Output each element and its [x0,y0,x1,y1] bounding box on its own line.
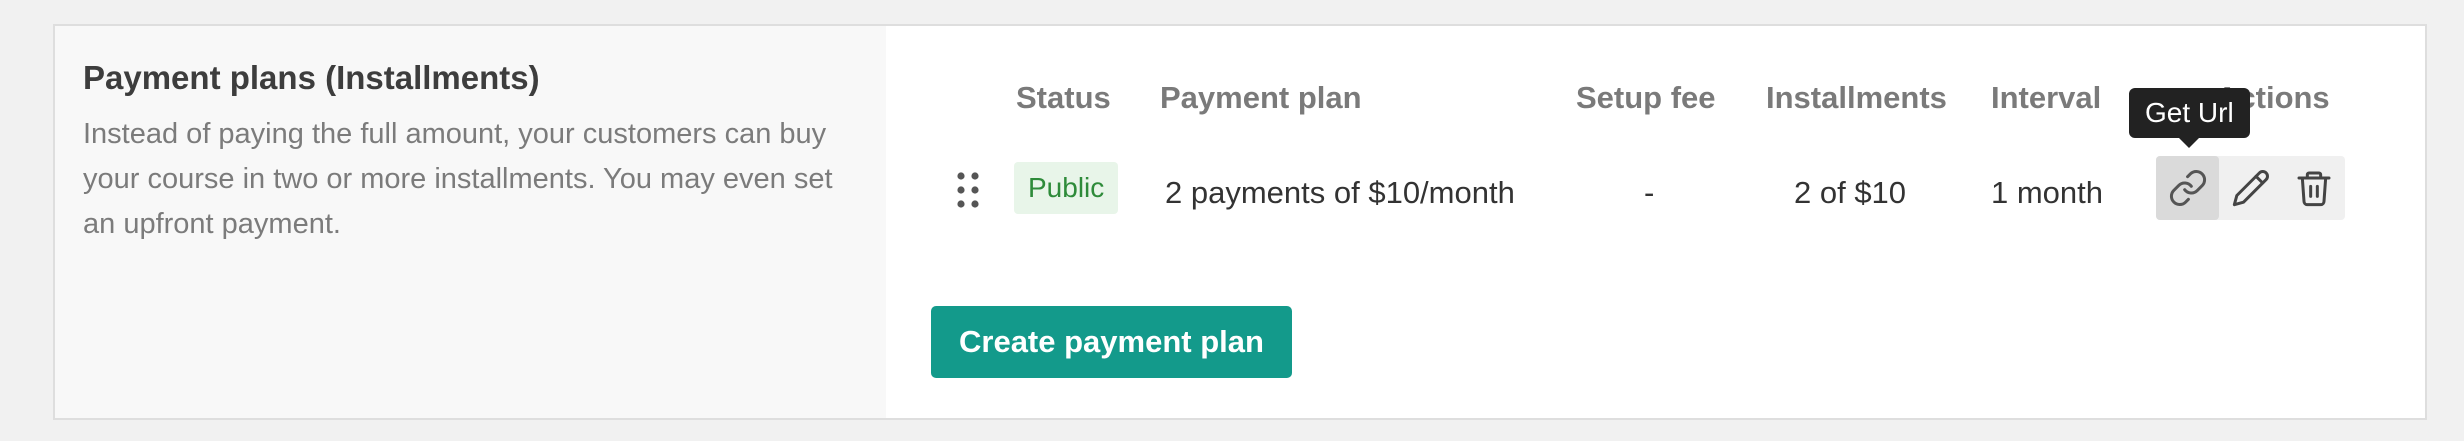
get-url-tooltip: Get Url [2129,88,2250,148]
row-actions [2156,156,2345,220]
header-payment-plan: Payment plan [1160,80,1362,115]
cell-installments: 2 of $10 [1794,175,1907,210]
get-url-button[interactable] [2156,156,2219,220]
section-info: Payment plans (Installments) Instead of … [55,26,886,418]
payment-plans-card: Payment plans (Installments) Instead of … [53,24,2427,420]
header-installments: Installments [1766,80,1947,115]
cell-setup-fee: - [1644,175,1655,210]
section-title: Payment plans (Installments) [83,59,540,96]
header-interval: Interval [1991,80,2102,115]
cell-payment-plan: 2 payments of $10/month [1165,175,1515,210]
header-status: Status [1016,80,1111,115]
payment-plans-table: Status Payment plan Setup fee Installmen… [886,26,2425,418]
create-payment-plan-button[interactable]: Create payment plan [931,306,1292,378]
drag-handle-icon[interactable] [954,170,982,210]
delete-button[interactable] [2282,156,2345,220]
status-badge: Public [1014,162,1119,214]
pencil-icon [2232,170,2269,207]
edit-button[interactable] [2219,156,2282,220]
header-setup-fee: Setup fee [1576,80,1716,115]
trash-icon [2297,171,2330,207]
cell-interval: 1 month [1991,175,2104,210]
section-description: Instead of paying the full amount, your … [83,117,833,240]
link-icon [2169,169,2206,207]
